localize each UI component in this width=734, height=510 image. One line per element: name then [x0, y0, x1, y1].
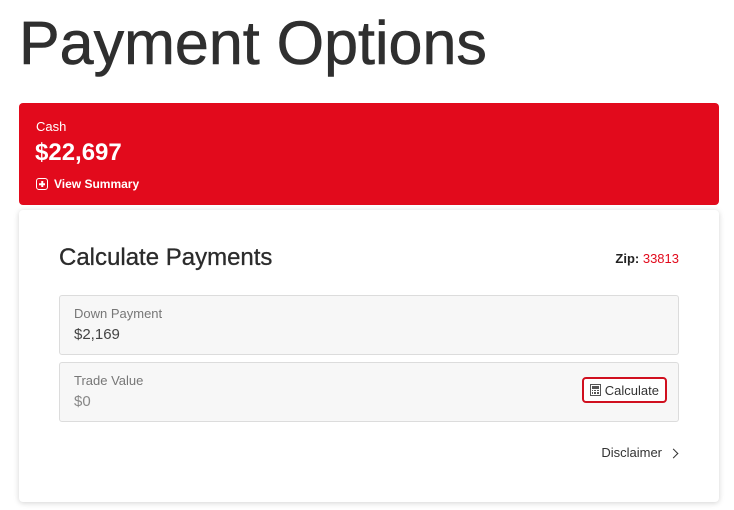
- view-summary-label: View Summary: [54, 177, 140, 191]
- plus-square-icon: [36, 178, 48, 190]
- down-payment-value[interactable]: $2,169: [74, 326, 120, 343]
- view-summary-button[interactable]: View Summary: [36, 177, 139, 191]
- zip-value-link[interactable]: 33813: [643, 251, 679, 266]
- down-payment-field[interactable]: Down Payment $2,169: [59, 295, 679, 355]
- disclaimer-link[interactable]: Disclaimer: [601, 445, 679, 460]
- trade-value-field[interactable]: Trade Value $0 Calculate: [59, 362, 679, 422]
- trade-value-value[interactable]: $0: [74, 393, 91, 410]
- down-payment-label: Down Payment: [74, 306, 163, 321]
- cash-summary-card: Cash $22,697 View Summary: [19, 103, 719, 205]
- trade-value-label: Trade Value: [74, 373, 144, 388]
- zip-display: Zip: 33813: [615, 251, 679, 266]
- calculate-payments-title: Calculate Payments: [59, 244, 273, 271]
- calculate-button[interactable]: Calculate: [581, 377, 667, 403]
- cash-label: Cash: [36, 119, 67, 134]
- calculate-payments-card: Calculate Payments Zip: 33813 Down Payme…: [19, 210, 719, 502]
- cash-amount: $22,697: [35, 139, 122, 166]
- disclaimer-label: Disclaimer: [601, 445, 662, 460]
- calculator-icon: [589, 384, 601, 396]
- calculate-button-label: Calculate: [604, 382, 659, 398]
- page-title: Payment Options: [19, 9, 488, 78]
- zip-label: Zip:: [615, 251, 640, 266]
- chevron-right-icon: [668, 448, 679, 458]
